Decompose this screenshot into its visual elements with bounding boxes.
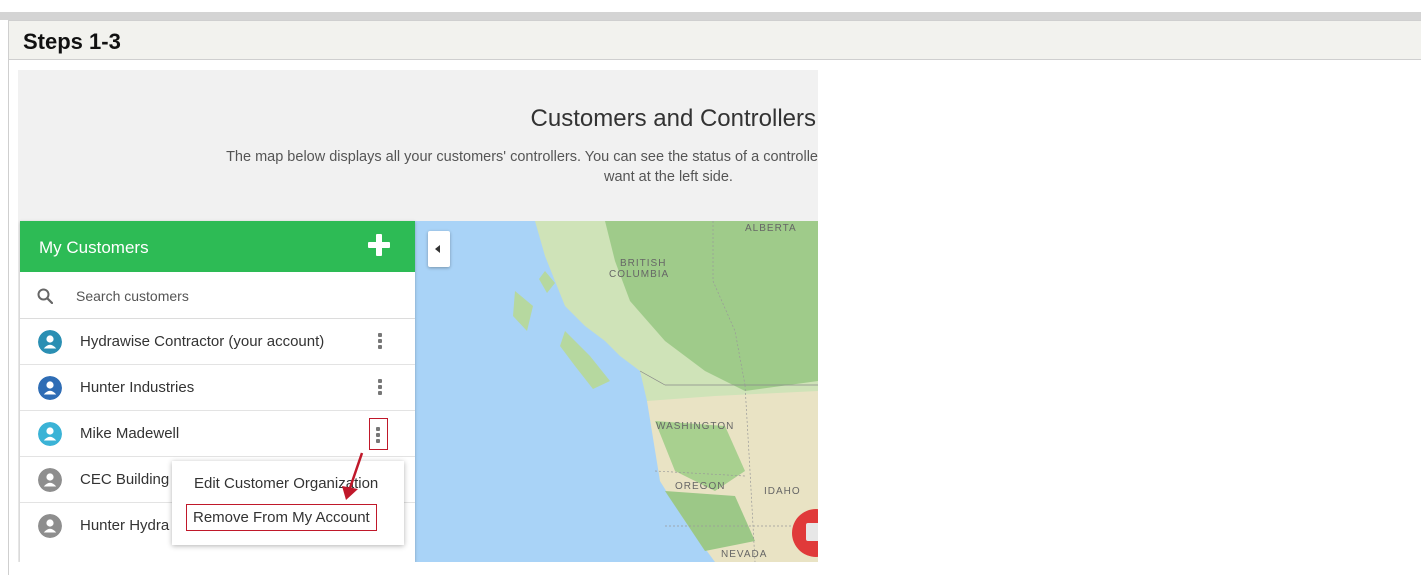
edit-customer-organization-menu-item[interactable]: Edit Customer Organization xyxy=(194,475,378,492)
search-row xyxy=(20,272,415,319)
customer-name: Mike Madewell xyxy=(80,425,180,442)
controller-icon xyxy=(806,523,818,541)
window-top xyxy=(0,0,1421,12)
user-avatar-icon xyxy=(38,514,62,538)
map-label-columbia: COLUMBIA xyxy=(609,269,670,280)
caret-left-icon xyxy=(435,245,440,253)
map-label-nevada: NEVADA xyxy=(721,549,768,560)
panel-title: My Customers xyxy=(39,238,149,257)
search-icon xyxy=(37,288,53,304)
customer-name: CEC Building xyxy=(80,471,170,488)
user-avatar-icon xyxy=(38,468,62,492)
customer-name: Hunter Industries xyxy=(80,379,195,396)
customer-name: Hydrawise Contractor (your account) xyxy=(80,333,325,350)
map-label-alberta: ALBERTA xyxy=(745,223,797,234)
customer-name: Hunter Hydra xyxy=(80,517,170,534)
page-description: The map below displays all your customer… xyxy=(226,149,818,165)
more-options-icon-highlighted[interactable] xyxy=(369,418,388,450)
page-description-continued: want at the left side. xyxy=(604,169,733,185)
page-title: Customers and Controllers xyxy=(530,105,816,132)
map-label-oregon: OREGON xyxy=(675,481,726,492)
map-label-british: BRITISH xyxy=(620,258,667,269)
customer-row[interactable]: Hunter Industries xyxy=(20,365,415,411)
user-avatar-icon xyxy=(38,376,62,400)
add-customer-plus-icon[interactable] xyxy=(368,234,390,256)
search-customers-input[interactable] xyxy=(76,285,376,307)
steps-header: Steps 1-3 xyxy=(8,20,1421,60)
more-options-icon[interactable] xyxy=(370,376,390,400)
steps-title: Steps 1-3 xyxy=(23,29,121,54)
map-label-washington: WASHINGTON xyxy=(656,421,735,432)
left-divider xyxy=(8,60,9,575)
top-divider xyxy=(0,12,1421,20)
more-options-icon[interactable] xyxy=(370,330,390,354)
customer-context-menu: Edit Customer Organization Remove From M… xyxy=(172,461,404,545)
user-avatar-icon xyxy=(38,330,62,354)
panel-header: My Customers xyxy=(20,221,415,272)
app-screenshot: Customers and Controllers The map below … xyxy=(18,70,818,562)
map-label-idaho: IDAHO xyxy=(764,486,801,497)
customer-map[interactable]: ALBERTA BRITISH COLUMBIA WASHINGTON OREG… xyxy=(415,221,818,562)
customer-row[interactable]: Hydrawise Contractor (your account) xyxy=(20,319,415,365)
user-avatar-icon xyxy=(38,422,62,446)
remove-from-account-menu-item[interactable]: Remove From My Account xyxy=(186,504,377,531)
customer-row[interactable]: Mike Madewell xyxy=(20,411,415,457)
collapse-panel-button[interactable] xyxy=(428,231,450,267)
